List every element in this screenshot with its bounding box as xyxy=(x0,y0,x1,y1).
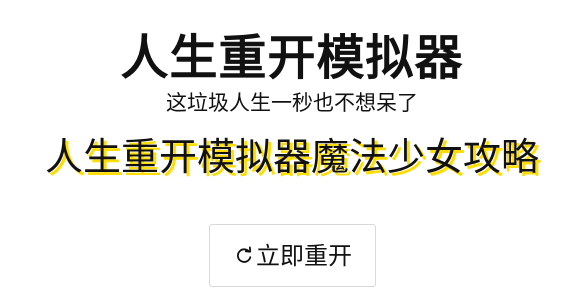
restart-icon xyxy=(233,245,255,267)
guide-title: 人生重开模拟器魔法少女攻略 xyxy=(44,135,539,179)
app-subtitle: 这垃圾人生一秒也不想呆了 xyxy=(166,91,418,115)
restart-button[interactable]: 立即重开 xyxy=(209,224,376,287)
page: 人生重开模拟器 这垃圾人生一秒也不想呆了 人生重开模拟器魔法少女攻略 立即重开 xyxy=(0,0,584,292)
restart-label: 立即重开 xyxy=(256,241,352,270)
app-title: 人生重开模拟器 xyxy=(120,30,464,86)
